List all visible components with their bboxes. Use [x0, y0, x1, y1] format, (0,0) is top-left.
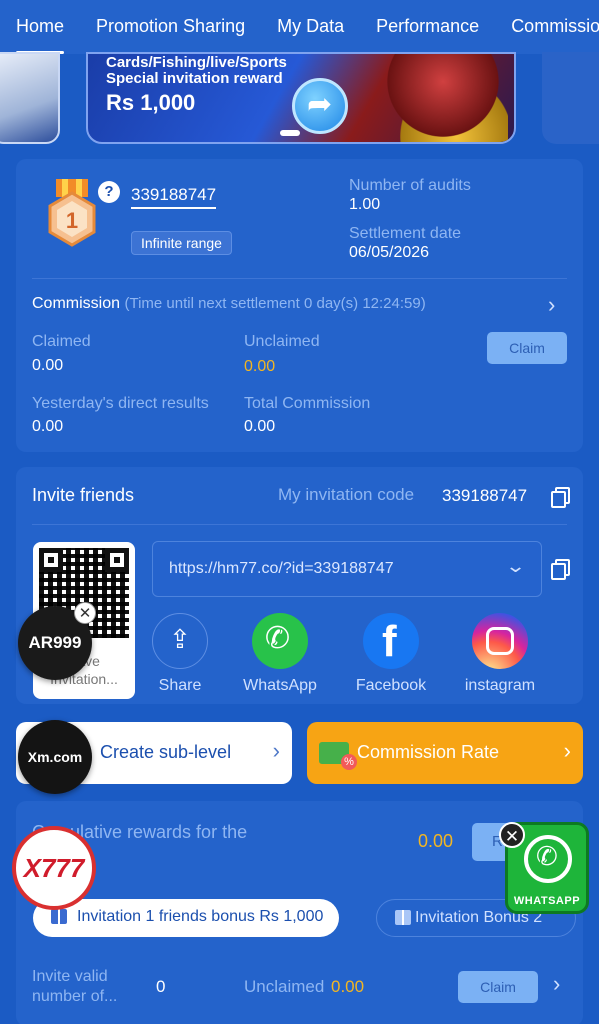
unclaimed-bonus-value: 0.00 — [331, 977, 365, 996]
instagram-icon — [472, 613, 528, 669]
top-nav: Home Promotion Sharing My Data Performan… — [0, 0, 599, 54]
close-ad-icon[interactable]: ✕ — [74, 602, 96, 624]
settlement-label: Settlement date — [349, 225, 462, 242]
audits-value: 1.00 — [349, 196, 381, 213]
invitation-code-label: My invitation code — [278, 485, 415, 504]
commission-rate-label: Commission Rate — [357, 742, 500, 762]
valid-invites-value: 0 — [156, 977, 166, 996]
copy-link-icon[interactable] — [551, 559, 570, 580]
banner-line2: Special invitation reward — [106, 70, 283, 87]
unclaimed-label: Unclaimed — [244, 333, 320, 350]
yesterday-value: 0.00 — [32, 418, 64, 435]
share-icon — [152, 613, 208, 669]
divider — [32, 524, 567, 525]
invitation-link: https://hm77.co/?id=339188747 — [169, 560, 394, 577]
invite-title: Invite friends — [32, 485, 135, 505]
facebook-icon — [363, 613, 419, 669]
level-medal-icon: 1 — [48, 179, 96, 247]
claim-bonus-button[interactable]: Claim — [458, 971, 538, 1003]
bonus-tab-1-label: Invitation 1 friends bonus Rs 1,000 — [77, 908, 324, 925]
chevron-right-icon[interactable]: › — [553, 971, 560, 997]
instagram-share-button[interactable]: instagram — [459, 613, 541, 695]
agent-id[interactable]: 339188747 — [131, 185, 217, 209]
whatsapp-icon — [524, 835, 572, 883]
copy-code-icon[interactable] — [551, 487, 570, 508]
facebook-label: Facebook — [355, 677, 427, 694]
tab-promotion-sharing[interactable]: Promotion Sharing — [80, 0, 261, 54]
invitation-link-select[interactable]: https://hm77.co/?id=339188747 ⌄ — [152, 541, 542, 597]
audits-label: Number of audits — [349, 177, 471, 194]
chevron-down-icon: ⌄ — [504, 556, 527, 576]
carousel-indicator — [280, 130, 300, 136]
whatsapp-floating-label: WHATSAPP — [513, 895, 581, 907]
promo-banner[interactable]: Cards/Fishing/live/Sports Special invita… — [86, 52, 516, 144]
cumulative-rewards-value: 0.00 — [418, 831, 454, 851]
xm-floating-ad[interactable]: Xm.com — [18, 720, 92, 794]
tab-commission[interactable]: Commission — [495, 0, 599, 54]
total-commission-label: Total Commission — [244, 395, 371, 412]
banner-next-slide[interactable] — [542, 52, 599, 144]
banner-share-arrow-icon — [292, 78, 348, 134]
unclaimed-bonus-label: Unclaimed — [244, 977, 325, 996]
x777-floating-ad[interactable]: X777 — [12, 826, 96, 910]
valid-invites-label: Invite valid number of... — [32, 968, 118, 1005]
banner-artwork — [378, 54, 508, 142]
rewards-card: Cumulative rewards for the 0.00 Re Invit… — [16, 801, 583, 1024]
close-whatsapp-icon[interactable]: ✕ — [499, 822, 525, 848]
commission-title: Commission — [32, 295, 121, 312]
settlement-countdown: (Time until next settlement 0 day(s) 12:… — [124, 295, 426, 312]
instagram-label: instagram — [464, 677, 536, 694]
share-button[interactable]: Share — [148, 613, 212, 695]
agent-summary-card: 1 ? 339188747 Infinite range Number of a… — [16, 159, 583, 452]
share-label: Share — [158, 677, 202, 694]
facebook-share-button[interactable]: Facebook — [350, 613, 432, 695]
level-number: 1 — [66, 208, 78, 233]
whatsapp-label: WhatsApp — [243, 677, 317, 694]
gift-icon — [51, 909, 67, 924]
settlement-value: 06/05/2026 — [349, 244, 430, 261]
claimed-label: Claimed — [32, 333, 91, 350]
yesterday-label: Yesterday's direct results — [32, 395, 209, 412]
banner-prev-slide[interactable] — [0, 52, 60, 144]
create-sub-level-label: Create sub-level — [100, 742, 232, 762]
banner-amount: Rs 1,000 — [106, 90, 196, 115]
tab-my-data[interactable]: My Data — [261, 0, 360, 54]
gift-icon — [395, 910, 411, 925]
whatsapp-share-button[interactable]: WhatsApp — [238, 613, 322, 695]
commission-rate-button[interactable]: Commission Rate › — [307, 722, 583, 784]
tab-home[interactable]: Home — [0, 0, 80, 54]
tab-performance[interactable]: Performance — [360, 0, 495, 54]
chevron-right-icon: › — [272, 738, 280, 763]
unclaimed-value: 0.00 — [244, 358, 276, 375]
money-percent-icon — [319, 742, 357, 770]
invite-card: Invite friends My invitation code 339188… — [16, 467, 583, 704]
invitation-code: 339188747 — [442, 486, 528, 505]
range-badge: Infinite range — [131, 231, 232, 255]
banner-line1: Cards/Fishing/live/Sports — [106, 54, 287, 71]
chevron-right-icon: › — [563, 738, 571, 763]
claim-commission-button[interactable]: Claim — [487, 332, 567, 364]
chevron-right-icon[interactable]: › — [548, 292, 555, 318]
commission-header[interactable]: Commission (Time until next settlement 0… — [32, 295, 426, 313]
claimed-value: 0.00 — [32, 357, 64, 374]
divider — [32, 278, 567, 279]
total-commission-value: 0.00 — [244, 418, 276, 435]
bonus-tab-1[interactable]: Invitation 1 friends bonus Rs 1,000 — [33, 899, 340, 937]
whatsapp-icon — [252, 613, 308, 669]
help-icon[interactable]: ? — [98, 181, 120, 203]
